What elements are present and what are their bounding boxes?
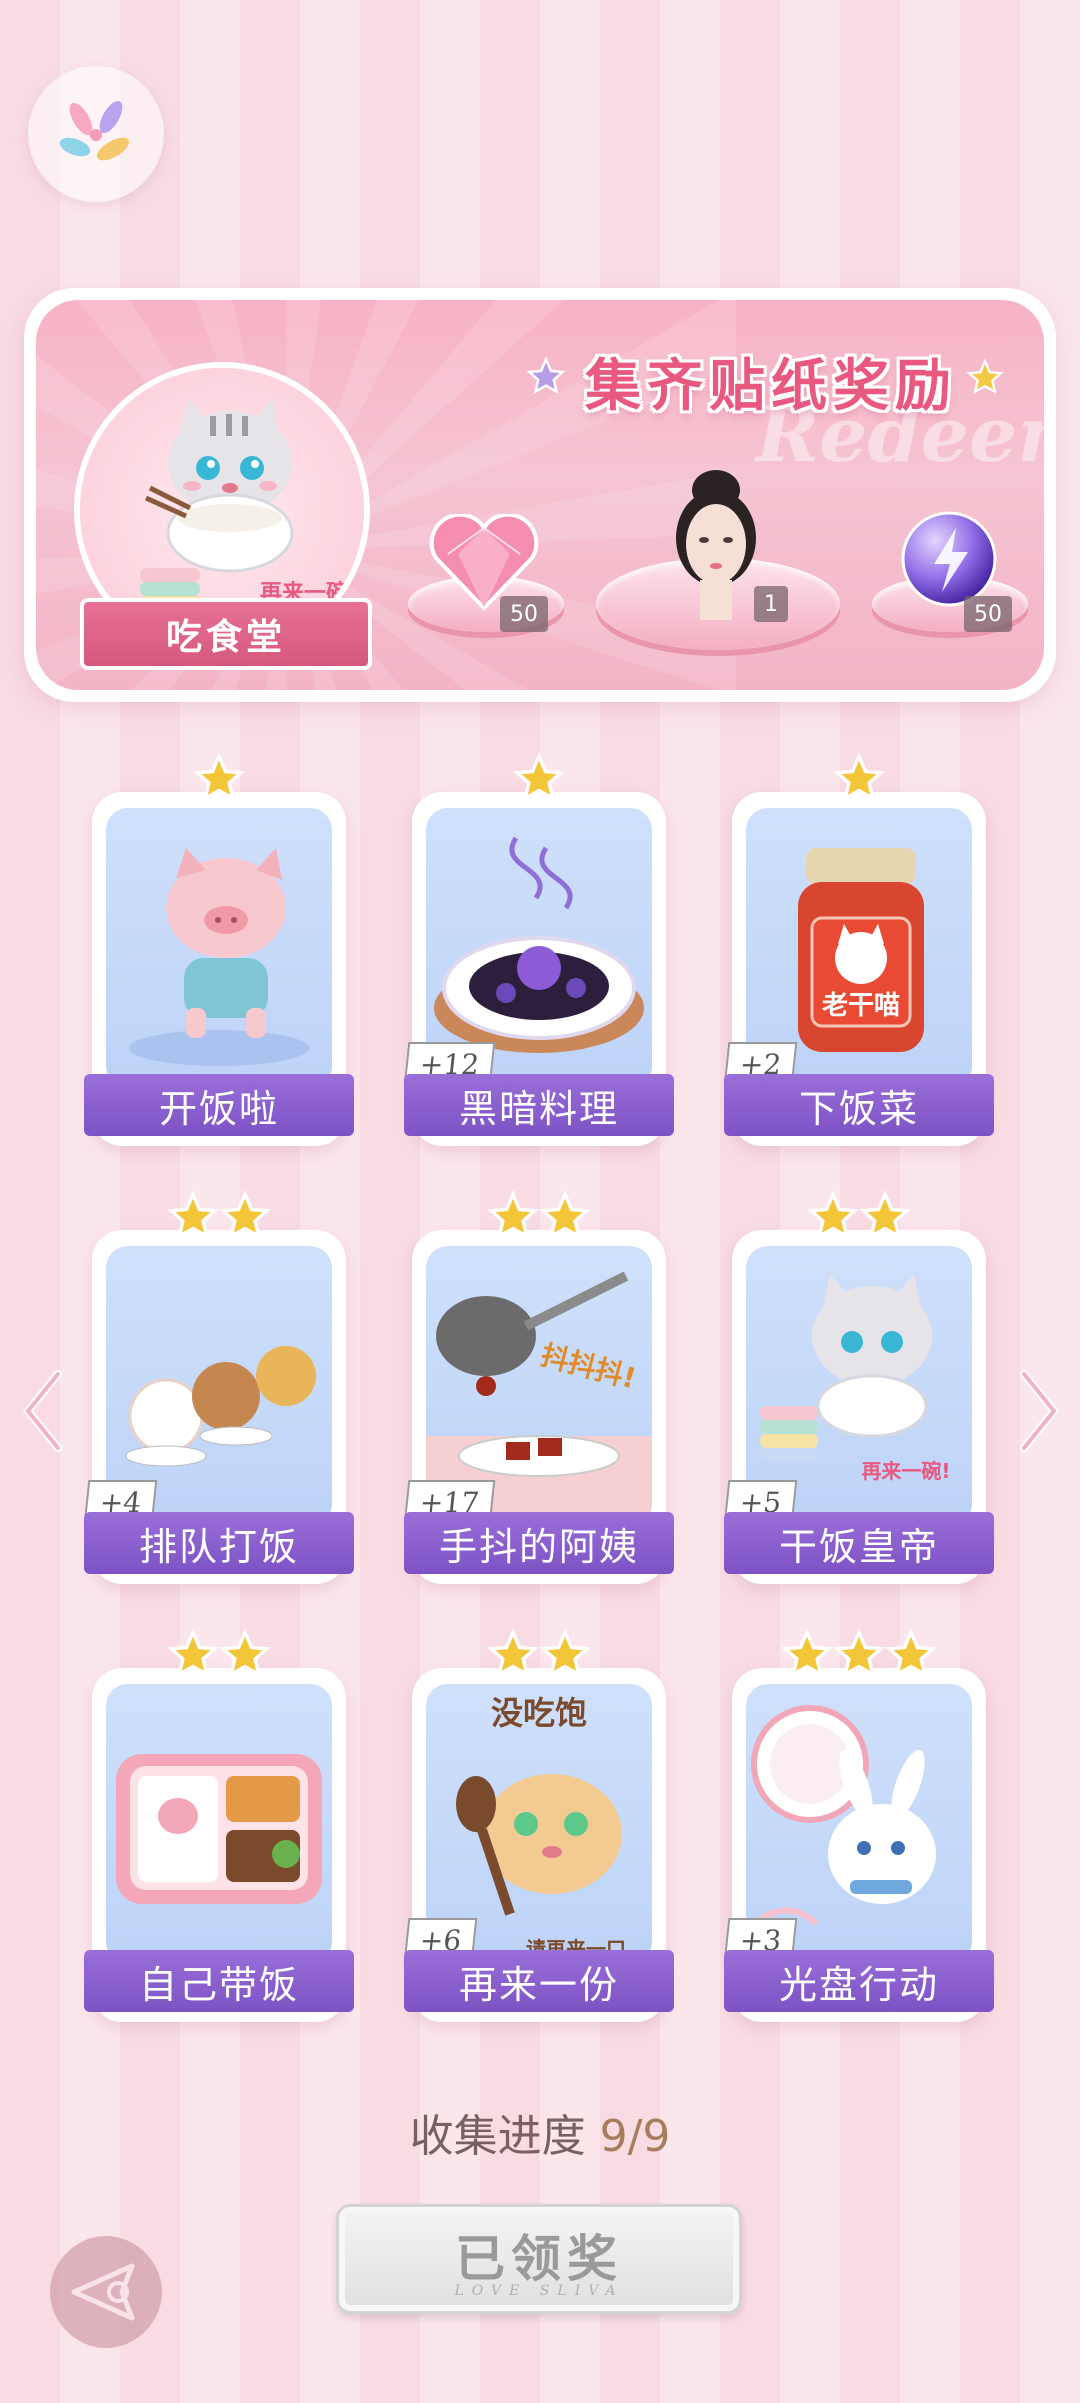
reward-count: 50 <box>964 596 1012 632</box>
claimed-button[interactable]: 已领奖 LOVE SLIVA <box>336 2204 742 2314</box>
star-icon <box>487 1190 539 1240</box>
star-rating <box>732 1628 986 1680</box>
star-icon <box>859 1190 911 1240</box>
sticker-card-label: 开饭啦 <box>84 1074 354 1136</box>
star-icon <box>487 1628 539 1678</box>
star-icon <box>193 752 245 802</box>
sticker-art-text: 没吃饱 <box>491 1694 587 1732</box>
star-rating <box>92 1190 346 1242</box>
star-rating <box>92 1628 346 1680</box>
star-icon <box>833 1628 885 1678</box>
sticker-card-label: 光盘行动 <box>724 1950 994 2012</box>
reward-count: 1 <box>754 586 788 622</box>
claimed-button-label: 已领奖 <box>455 2229 623 2288</box>
back-button-icon[interactable] <box>46 2232 166 2352</box>
claimed-button-sub: LOVE SLIVA <box>454 2283 624 2299</box>
sticker-card[interactable]: +4 排队打饭 <box>83 1190 354 1584</box>
star-rating <box>412 1628 666 1680</box>
star-icon <box>539 1190 591 1240</box>
star-icon <box>219 1190 271 1240</box>
pinwheel-icon <box>59 100 130 161</box>
sticker-art-text: 再来一碗! <box>861 1459 950 1483</box>
star-icon <box>219 1628 271 1678</box>
sticker-card-label: 手抖的阿姨 <box>404 1512 674 1574</box>
sticker-card[interactable]: 老干喵 +2 下饭菜 <box>723 752 994 1146</box>
star-rating <box>412 752 666 804</box>
sticker-card[interactable]: 自己带饭 <box>84 1628 354 2022</box>
sticker-card-label: 再来一份 <box>404 1950 674 2012</box>
sticker-card-label: 自己带饭 <box>84 1950 354 2012</box>
star-icon <box>781 1628 833 1678</box>
star-icon <box>807 1190 859 1240</box>
running-pig-icon <box>129 848 309 1066</box>
star-rating <box>412 1190 666 1242</box>
star-rating <box>732 752 986 804</box>
sticker-art-text: 老干喵 <box>822 991 900 1021</box>
reward-banner: Redeem 集齐贴纸奖励 <box>24 288 1056 702</box>
star-icon <box>167 1190 219 1240</box>
sticker-card-label: 干饭皇帝 <box>724 1512 994 1574</box>
star-icon <box>539 1628 591 1678</box>
sticker-card[interactable]: +12 黑暗料理 <box>403 752 674 1146</box>
star-icon <box>167 1628 219 1678</box>
star-rating <box>92 752 346 804</box>
sticker-card-label: 黑暗料理 <box>404 1074 674 1136</box>
sticker-card-label: 排队打饭 <box>84 1512 354 1574</box>
star-icon <box>833 752 885 802</box>
banner-title: 集齐贴纸奖励 <box>585 353 957 419</box>
badge-label: 吃食堂 <box>80 598 372 670</box>
sticker-art <box>106 1684 332 1964</box>
next-page-arrow-icon[interactable] <box>1016 1366 1064 1456</box>
collection-progress: 收集进度 9/9 <box>0 2100 1080 2164</box>
star-icon <box>885 1628 937 1678</box>
sticker-art <box>106 808 332 1088</box>
prev-page-arrow-icon[interactable] <box>18 1366 66 1456</box>
progress-label: 收集进度 <box>409 2111 586 2162</box>
star-rating <box>732 1190 986 1242</box>
bento-box-icon <box>116 1754 322 1904</box>
sticker-art-text: 抖抖抖! <box>537 1338 639 1395</box>
sticker-card[interactable]: 抖抖抖! +17 手抖的阿姨 <box>403 1190 674 1584</box>
star-icon <box>513 752 565 802</box>
sticker-card[interactable]: +3 光盘行动 <box>723 1628 994 2022</box>
sticker-card-label: 下饭菜 <box>724 1074 994 1136</box>
sticker-card[interactable]: 再来一碗! +5 干饭皇帝 <box>723 1190 994 1584</box>
banner-background: Redeem 集齐贴纸奖励 <box>36 300 1044 690</box>
progress-value: 9/9 <box>599 2111 671 2162</box>
sticker-card[interactable]: 开饭啦 <box>84 752 354 1146</box>
app-logo-icon[interactable] <box>28 66 164 202</box>
sticker-card[interactable]: 没吃饱 请再来一口 +6 再来一份 <box>403 1628 674 2022</box>
reward-count: 50 <box>500 596 548 632</box>
